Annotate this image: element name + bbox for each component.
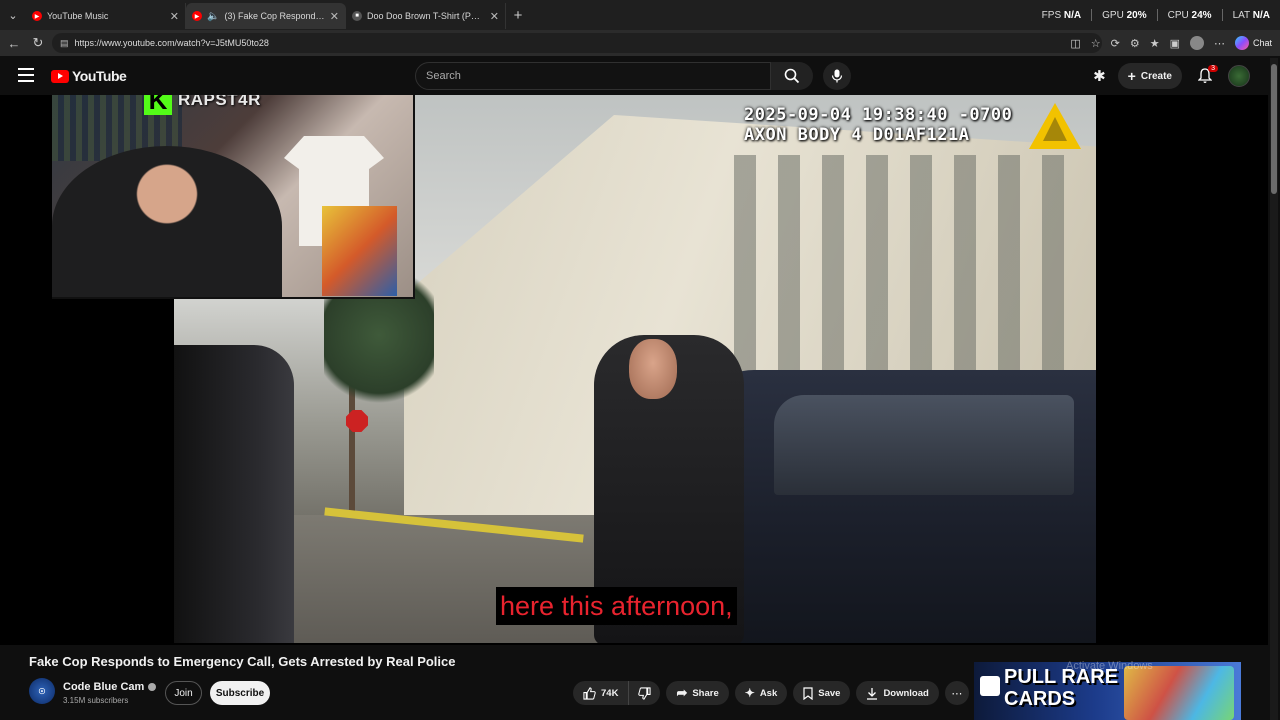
tab-list-chevron-icon[interactable]: ⌄ (0, 0, 26, 30)
tab-title: Doo Doo Brown T-Shirt (PRE-ORD (367, 11, 485, 21)
favorite-star-icon[interactable]: ☆ (1091, 37, 1101, 50)
search-icon (784, 68, 800, 84)
extension-gear-icon[interactable]: ✱ (1093, 67, 1106, 85)
tab-title: (3) Fake Cop Responds to Em (224, 11, 325, 21)
more-actions-button[interactable]: ⋯ (944, 681, 969, 705)
tab-title: YouTube Music (47, 11, 109, 21)
bodycam-timestamp: 2025-09-04 19:38:40 -0700 AXON BODY 4 D0… (744, 105, 1013, 145)
like-button[interactable]: 74K (573, 681, 630, 705)
browser-tab-youtube-video[interactable]: ▶ 🔈 (3) Fake Cop Responds to Em ✕ (186, 3, 346, 29)
scrollbar-thumb[interactable] (1271, 64, 1277, 194)
microphone-icon (831, 69, 843, 83)
browser-toolbar: ◫ ☆ ⟳ ⚙ ★ ▣ ⋯ Chat (1070, 33, 1272, 53)
share-arrow-icon: ➦ (676, 685, 688, 700)
dislike-button[interactable] (629, 681, 660, 705)
video-title: Fake Cop Responds to Emergency Call, Get… (29, 654, 456, 669)
video-actions: 74K ➦ Share ✦ Ask Save Download ⋯ (573, 681, 969, 705)
poster (322, 206, 397, 296)
copilot-icon (1234, 36, 1249, 50)
search-input[interactable]: Search (415, 62, 771, 90)
collections-icon[interactable]: ▣ (1170, 37, 1180, 50)
windows-activation-watermark: Activate Windows (1066, 660, 1153, 672)
like-dislike-group: 74K (573, 681, 661, 705)
refresh-extension-icon[interactable]: ⟳ (1111, 37, 1120, 50)
copilot-chat-button[interactable]: Chat (1234, 36, 1272, 50)
hamburger-menu-icon[interactable] (18, 68, 34, 82)
subscribe-button[interactable]: Subscribe (210, 681, 270, 705)
split-view-icon[interactable]: ◫ (1070, 37, 1080, 50)
bookmark-icon (803, 686, 813, 700)
more-menu-icon[interactable]: ⋯ (1214, 37, 1225, 50)
thumbs-up-icon (583, 686, 596, 700)
streamer-webcam-overlay: K RAPST4R (52, 95, 415, 299)
sparkle-icon: ✦ (744, 686, 755, 700)
site-info-icon[interactable]: ▤ (60, 38, 69, 49)
youtube-music-icon: ▶ (32, 11, 42, 21)
youtube-header: YouTube Search ✱ + Create 3 (0, 57, 1280, 95)
account-avatar[interactable] (1228, 65, 1250, 87)
video-subtitle: here this afternoon, (496, 587, 737, 625)
more-dots-icon: ⋯ (951, 687, 963, 700)
close-tab-icon[interactable]: ✕ (330, 10, 339, 23)
youtube-icon: ▶ (192, 11, 202, 21)
kick-streamer-badge: K RAPST4R (144, 95, 261, 115)
youtube-header-actions: ✱ + Create 3 (1093, 63, 1250, 89)
channel-name[interactable]: Code Blue Cam (63, 681, 157, 693)
kick-logo-icon: K (144, 95, 172, 115)
ask-button[interactable]: ✦ Ask (734, 681, 788, 705)
channel-avatar[interactable]: ☉ (29, 678, 55, 704)
page-scrollbar[interactable] (1270, 58, 1278, 720)
fps-readout: FPS N/A (1041, 9, 1082, 21)
download-button[interactable]: Download (856, 681, 939, 705)
video-player[interactable]: 2025-09-04 19:38:40 -0700 AXON BODY 4 D0… (0, 95, 1268, 645)
reload-icon[interactable]: ↻ (26, 31, 50, 55)
latency-readout: LAT N/A (1232, 9, 1270, 21)
streamer-name: RAPST4R (178, 95, 261, 109)
ad-brand-logo (980, 676, 1000, 696)
close-tab-icon[interactable]: ✕ (490, 10, 499, 23)
ad-card-image (1124, 666, 1234, 720)
axon-logo-icon (1029, 103, 1081, 149)
gpu-readout: GPU 20% (1102, 9, 1147, 21)
share-button[interactable]: ➦ Share (666, 681, 729, 705)
youtube-logo[interactable]: YouTube (51, 68, 127, 84)
new-tab-button[interactable]: + (506, 7, 530, 24)
url-text: https://www.youtube.com/watch?v=J5tMU50t… (74, 38, 269, 48)
back-arrow-icon[interactable]: ← (2, 31, 26, 55)
notifications-button[interactable]: 3 (1194, 65, 1218, 87)
create-button[interactable]: + Create (1117, 63, 1182, 89)
cpu-readout: CPU 24% (1167, 9, 1212, 21)
url-field[interactable]: ▤ https://www.youtube.com/watch?v=J5tMU5… (52, 33, 1102, 53)
streamer (52, 146, 282, 297)
subscriber-count: 3.15M subscribers (63, 696, 129, 705)
browser-tab-shirt[interactable]: ■ Doo Doo Brown T-Shirt (PRE-ORD ✕ (346, 3, 506, 29)
save-button[interactable]: Save (793, 681, 851, 705)
notification-badge: 3 (1208, 65, 1218, 72)
extensions-puzzle-icon[interactable]: ⚙ (1130, 37, 1140, 50)
voice-search-button[interactable] (823, 62, 851, 90)
performance-overlay: FPS N/A GPU 20% CPU 24% LAT N/A (1042, 0, 1270, 30)
download-icon (867, 687, 878, 700)
browser-tab-youtube-music[interactable]: ▶ YouTube Music ✕ (26, 3, 186, 29)
browser-address-bar: ← ↻ ▤ https://www.youtube.com/watch?v=J5… (0, 30, 1280, 56)
search-button[interactable] (771, 62, 813, 90)
thumbs-down-icon (638, 686, 652, 700)
verified-badge-icon (148, 683, 157, 691)
speaker-icon[interactable]: 🔈 (207, 11, 219, 22)
favorites-icon[interactable]: ★ (1150, 37, 1160, 50)
close-tab-icon[interactable]: ✕ (170, 10, 179, 23)
join-button[interactable]: Join (165, 681, 202, 705)
youtube-play-icon (51, 69, 69, 83)
profile-avatar-icon[interactable] (1189, 36, 1204, 50)
plus-icon: + (1127, 68, 1136, 84)
browser-tab-bar: ⌄ ▶ YouTube Music ✕ ▶ 🔈 (3) Fake Cop Res… (0, 0, 1280, 30)
ad-headline: PULL RARE CARDS (1004, 666, 1119, 710)
page-icon: ■ (352, 11, 362, 21)
